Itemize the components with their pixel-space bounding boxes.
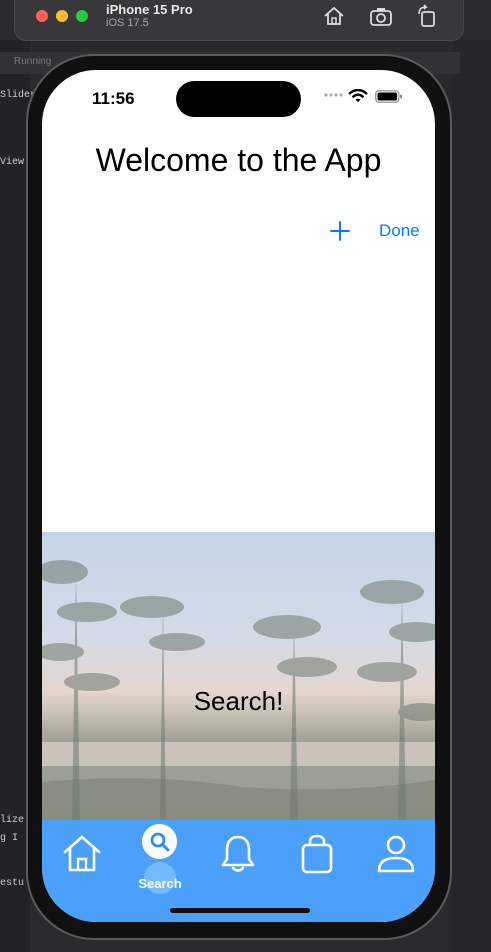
add-button[interactable] bbox=[329, 220, 351, 242]
tab-profile[interactable] bbox=[374, 832, 418, 876]
bag-icon bbox=[301, 834, 333, 874]
status-time: 11:56 bbox=[92, 89, 135, 108]
plus-icon bbox=[330, 221, 350, 241]
tab-notifications[interactable] bbox=[216, 832, 260, 876]
page-title: Welcome to the App bbox=[95, 142, 382, 178]
dynamic-island bbox=[176, 81, 301, 117]
simulator-titlebar: iPhone 15 Pro iOS 17.5 bbox=[14, 0, 464, 41]
search-selected-indicator bbox=[142, 824, 177, 859]
os-version: iOS 17.5 bbox=[106, 17, 149, 29]
tab-shop[interactable] bbox=[295, 832, 339, 876]
editor-code-chip: View bbox=[0, 157, 25, 168]
search-icon bbox=[150, 832, 170, 852]
zoom-window-button[interactable] bbox=[76, 10, 88, 22]
editor-tab-label: Running bbox=[14, 56, 52, 67]
home-icon bbox=[63, 835, 101, 872]
tab-search[interactable]: Search bbox=[137, 824, 183, 894]
minimize-window-button[interactable] bbox=[56, 10, 68, 22]
phone-screen: 11:56 Welcome to the App Done Search! Se… bbox=[42, 70, 435, 922]
done-button[interactable]: Done bbox=[379, 221, 420, 241]
tab-bar: Search bbox=[42, 820, 435, 922]
tab-search-label: Search bbox=[138, 876, 182, 891]
hero-image: Search! bbox=[42, 532, 435, 822]
lake-landscape-image bbox=[42, 560, 435, 822]
home-icon[interactable] bbox=[320, 4, 348, 28]
cellular-signal-icon bbox=[324, 93, 343, 97]
editor-code-chip: lize bbox=[0, 815, 25, 826]
editor-background-right bbox=[452, 40, 491, 952]
person-icon bbox=[377, 835, 415, 873]
battery-icon bbox=[375, 90, 402, 103]
tab-home[interactable] bbox=[60, 832, 104, 876]
editor-code-chip: estu bbox=[0, 878, 25, 889]
editor-code-chip: g I bbox=[0, 833, 19, 844]
wifi-icon bbox=[348, 89, 368, 102]
device-name: iPhone 15 Pro bbox=[106, 2, 193, 17]
close-window-button[interactable] bbox=[36, 10, 48, 22]
screenshot-icon[interactable] bbox=[367, 4, 395, 28]
rotate-icon[interactable] bbox=[413, 4, 441, 28]
bell-icon bbox=[221, 835, 255, 872]
home-indicator[interactable] bbox=[170, 908, 310, 913]
hero-label: Search! bbox=[193, 686, 284, 716]
